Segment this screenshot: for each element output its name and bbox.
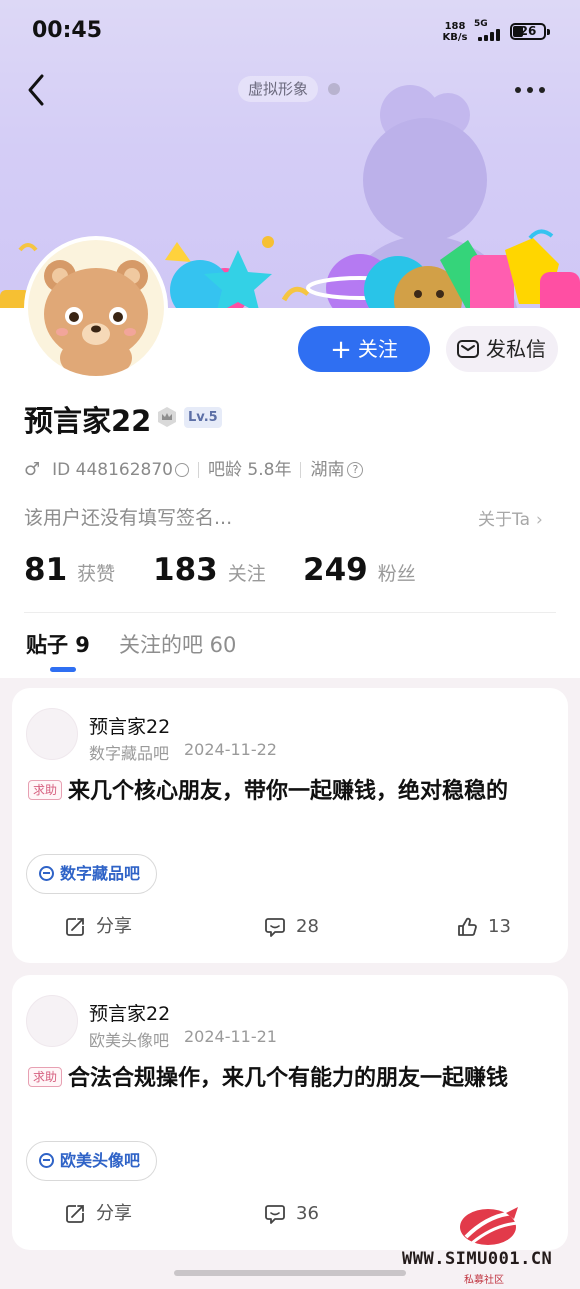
- stat-likes-label: 获赞: [77, 563, 116, 585]
- user-id: ID 448162870: [52, 460, 173, 480]
- about-ta-label: 关于Ta: [478, 510, 530, 530]
- forum-chip-icon: [39, 1153, 54, 1168]
- private-message-label: 发私信: [486, 337, 546, 361]
- status-bar: 00:45 188 KB/s 5G 26: [0, 0, 580, 62]
- battery-level: 26: [519, 24, 537, 38]
- share-button[interactable]: 分享: [64, 912, 132, 942]
- profile-meta: ♂ ID 448162870 吧龄 5.8年 湖南?: [24, 458, 364, 482]
- mail-icon: [457, 340, 479, 358]
- comment-icon: [265, 918, 285, 937]
- like-button[interactable]: 13: [456, 912, 511, 942]
- help-tag: 求助: [28, 1067, 63, 1087]
- more-options-icon[interactable]: [510, 76, 550, 104]
- home-indicator: [174, 1270, 406, 1276]
- stat-fans-value: 249: [303, 552, 368, 588]
- post-title[interactable]: 求助 来几个核心朋友，带你一起赚钱，绝对稳稳的: [28, 774, 548, 810]
- comment-count: 36: [296, 1203, 319, 1224]
- stat-likes-value: 81: [24, 552, 68, 588]
- about-ta-link[interactable]: 关于Ta ›: [478, 505, 543, 530]
- user-signature: 该用户还没有填写签名...: [24, 507, 233, 529]
- watermark-url: WWW.SIMU001.CN: [402, 1249, 553, 1269]
- post-author[interactable]: 预言家22: [89, 999, 170, 1026]
- username: 预言家22: [24, 404, 152, 438]
- tab-followed-bars[interactable]: 关注的吧 60: [119, 630, 236, 660]
- post-author[interactable]: 预言家22: [89, 712, 170, 739]
- tab-indicator: [50, 667, 76, 672]
- user-avatar[interactable]: [24, 236, 168, 380]
- bear-avatar-icon: [44, 260, 148, 376]
- watermark-emblem-icon: [460, 1207, 519, 1245]
- post-author-avatar[interactable]: [26, 708, 78, 760]
- like-count: 13: [488, 916, 511, 937]
- share-button[interactable]: 分享: [64, 1199, 132, 1229]
- network-type: 5G: [474, 19, 488, 29]
- virtual-avatar-tag[interactable]: 虚拟形象: [238, 76, 319, 102]
- crown-badge-icon: [158, 407, 176, 427]
- signal-icon: 5G: [474, 19, 506, 43]
- post-forum[interactable]: 数字藏品吧: [89, 740, 169, 764]
- net-speed-value: 188: [444, 21, 466, 32]
- share-icon: [66, 1205, 84, 1223]
- stat-likes[interactable]: 81 获赞: [24, 552, 115, 588]
- watermark-logo: WWW.SIMU001.CN 私募社区: [402, 1203, 580, 1289]
- comment-button[interactable]: 28: [264, 912, 319, 942]
- post-title[interactable]: 求助 合法合规操作，来几个有能力的朋友一起赚钱: [28, 1061, 548, 1097]
- forum-chip[interactable]: 欧美头像吧: [26, 1141, 158, 1181]
- follow-button[interactable]: + 关注: [298, 326, 430, 372]
- follow-button-label: 关注: [357, 337, 398, 361]
- post-title-text: 来几个核心朋友，带你一起赚钱，绝对稳稳的: [68, 779, 509, 804]
- gender-male-icon: ♂: [24, 459, 41, 480]
- forum-chip-icon: [39, 866, 54, 881]
- stat-fans-label: 粉丝: [377, 563, 416, 585]
- post-author-avatar[interactable]: [26, 995, 78, 1047]
- net-speed-unit: KB/s: [442, 32, 468, 43]
- battery-icon: 26: [510, 23, 550, 40]
- help-icon[interactable]: ?: [347, 462, 364, 478]
- comment-icon: [265, 1205, 285, 1224]
- comment-count: 28: [296, 916, 319, 937]
- bar-age: 吧龄 5.8年: [208, 460, 292, 480]
- virtual-avatar-dot: [328, 83, 340, 95]
- level-badge: Lv.5: [184, 407, 222, 428]
- help-tag: 求助: [28, 780, 63, 800]
- plus-icon: +: [330, 335, 352, 365]
- stat-following-value: 183: [153, 552, 218, 588]
- share-icon: [66, 918, 84, 936]
- post-card[interactable]: 预言家22 数字藏品吧 2024-11-22 求助 来几个核心朋友，带你一起赚钱，…: [12, 688, 568, 963]
- forum-chip-label: 欧美头像吧: [60, 1151, 141, 1170]
- post-forum[interactable]: 欧美头像吧: [89, 1027, 169, 1051]
- share-label: 分享: [96, 1203, 132, 1224]
- stat-following-label: 关注: [227, 563, 266, 585]
- divider: [24, 612, 556, 613]
- private-message-button[interactable]: 发私信: [446, 326, 558, 372]
- thumbs-up-icon: [458, 917, 477, 936]
- share-label: 分享: [96, 916, 132, 937]
- comment-button[interactable]: 36: [264, 1199, 319, 1229]
- post-date: 2024-11-21: [184, 1027, 277, 1046]
- status-time: 00:45: [32, 18, 103, 43]
- location: 湖南: [310, 460, 345, 480]
- watermark-subtitle: 私募社区: [464, 1275, 504, 1286]
- stat-following[interactable]: 183 关注: [153, 552, 266, 588]
- post-title-text: 合法合规操作，来几个有能力的朋友一起赚钱: [68, 1066, 509, 1091]
- forum-chip-label: 数字藏品吧: [60, 864, 141, 883]
- tab-posts[interactable]: 贴子 9: [26, 630, 90, 660]
- back-arrow-icon[interactable]: [22, 72, 52, 108]
- net-speed: 188 KB/s: [442, 21, 468, 43]
- forum-chip[interactable]: 数字藏品吧: [26, 854, 158, 894]
- post-actions: 分享 28 13: [12, 912, 568, 942]
- post-date: 2024-11-22: [184, 740, 277, 759]
- chevron-right-icon: ›: [536, 510, 543, 530]
- stat-fans[interactable]: 249 粉丝: [303, 552, 416, 588]
- copy-icon[interactable]: [175, 463, 189, 477]
